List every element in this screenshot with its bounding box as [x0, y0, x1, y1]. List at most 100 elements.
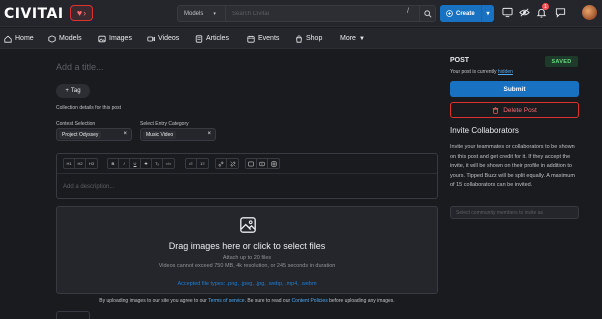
entry-category-label: Select Entry Category — [140, 121, 189, 127]
articles-icon — [195, 34, 203, 43]
nav-item-images[interactable]: Images — [98, 28, 132, 49]
clear-icon[interactable]: × — [123, 131, 127, 137]
insert-image-button[interactable] — [246, 159, 257, 168]
nav-item-label: Videos — [158, 35, 180, 42]
chat-icon[interactable] — [555, 7, 566, 18]
accepted-file-types: Accepted file types: .png, .jpeg, .jpg, … — [177, 281, 317, 287]
insert-video-button[interactable] — [257, 159, 268, 168]
trash-icon — [493, 106, 499, 114]
tag-label: Tag — [70, 88, 81, 94]
image-upload-icon — [240, 217, 256, 233]
nav-item-articles[interactable]: Articles — [195, 28, 229, 49]
nav-item-more[interactable]: More ▼ — [340, 28, 365, 49]
search-icon — [423, 9, 432, 18]
editor-toolbar: H1 H2 H3 B I U S Tₓ </> •≡ 1≡ — [57, 154, 437, 174]
list-group: •≡ 1≡ — [185, 158, 209, 169]
clear-icon[interactable]: × — [207, 131, 211, 137]
plus-circle-icon — [446, 10, 453, 17]
terms-suffix: before uploading any images. — [329, 298, 395, 304]
terms-of-service-link[interactable]: Terms of service — [208, 298, 244, 304]
home-icon — [4, 35, 12, 43]
chevron-down-icon: ▾ — [486, 11, 490, 17]
nav-item-events[interactable]: Events — [247, 28, 279, 49]
format-group: B I U S Tₓ </> — [107, 158, 175, 169]
search-type-select[interactable]: Models ▾ — [178, 6, 226, 21]
media-group — [245, 158, 280, 169]
create-label: Create — [456, 10, 475, 17]
heart-icon: ♥ — [76, 8, 83, 18]
support-heart-button[interactable]: ♥ › — [70, 5, 93, 21]
invite-collaborators-heading: Invite Collaborators — [450, 126, 519, 135]
heading-3-button[interactable]: H3 — [86, 159, 97, 168]
nav-item-label: Articles — [206, 35, 229, 42]
italic-button[interactable]: I — [119, 159, 130, 168]
post-section-label: POST — [450, 57, 470, 64]
underline-button[interactable]: U — [130, 159, 141, 168]
eye-off-icon[interactable] — [519, 7, 530, 18]
shop-icon — [296, 35, 302, 43]
add-tag-button[interactable]: + Tag — [56, 84, 90, 98]
youtube-icon — [259, 161, 265, 166]
create-button[interactable]: Create ▾ — [440, 5, 494, 22]
insert-embed-button[interactable] — [268, 159, 279, 168]
nav-item-models[interactable]: Models — [48, 28, 82, 49]
heading-1-button[interactable]: H1 — [64, 159, 75, 168]
category-chip-label: Music Video — [146, 132, 174, 138]
user-avatar[interactable] — [582, 5, 597, 20]
unlink-icon — [229, 160, 236, 167]
contest-selection-field[interactable]: Project Odyssey × — [56, 128, 132, 141]
terms-middle: . Be sure to read our — [244, 298, 291, 304]
unlink-button[interactable] — [227, 159, 238, 168]
create-menu-caret[interactable]: ▾ — [481, 5, 494, 22]
partial-bottom-button[interactable] — [56, 311, 90, 319]
nav-item-videos[interactable]: Videos — [147, 28, 179, 49]
strikethrough-button[interactable]: S — [141, 159, 152, 168]
search-button[interactable] — [419, 6, 435, 21]
search-input[interactable] — [228, 6, 403, 21]
ordered-list-button[interactable]: 1≡ — [197, 159, 208, 168]
bullet-list-button[interactable]: •≡ — [186, 159, 197, 168]
nav-item-label: More — [340, 35, 356, 42]
invite-collaborators-description: Invite your teammates or collaborators t… — [450, 144, 575, 188]
delete-post-button[interactable]: Delete Post — [450, 102, 579, 118]
link-button[interactable] — [216, 159, 227, 168]
upload-terms-notice: By uploading images to our site you agre… — [56, 298, 438, 304]
nav-item-label: Shop — [306, 35, 323, 42]
events-icon — [247, 35, 255, 43]
contest-chip: Project Odyssey — [59, 131, 102, 139]
images-icon — [98, 35, 106, 42]
link-group — [215, 158, 239, 169]
image-icon — [248, 161, 254, 166]
submit-button[interactable]: Submit — [450, 81, 579, 97]
instagram-icon — [270, 160, 277, 167]
code-button[interactable]: </> — [163, 159, 174, 168]
heading-2-button[interactable]: H2 — [75, 159, 86, 168]
nav-item-home[interactable]: Home — [4, 28, 34, 49]
post-status-hidden-link[interactable]: hidden — [498, 69, 513, 75]
nav-item-label: Home — [15, 35, 34, 42]
post-visibility-status: Your post is currently hidden — [450, 69, 513, 75]
chevron-down-icon: ▼ — [358, 35, 365, 42]
search-type-label: Models — [184, 10, 204, 17]
invite-collaborators-input[interactable] — [450, 206, 579, 219]
description-input[interactable]: Add a description... — [63, 184, 114, 190]
search-shortcut-hint: / — [407, 8, 409, 15]
nav-item-shop[interactable]: Shop — [295, 28, 322, 49]
top-bar: CIVITAI ♥ › Models ▾ / Create ▾ 1 — [0, 0, 602, 27]
chevron-right-icon: › — [83, 8, 87, 18]
bold-button[interactable]: B — [108, 159, 119, 168]
clear-format-button[interactable]: Tₓ — [152, 159, 163, 168]
models-icon — [48, 34, 56, 43]
content-policies-link[interactable]: Content Policies — [292, 298, 328, 304]
post-title-input[interactable]: Add a title... — [56, 62, 104, 72]
entry-category-field[interactable]: Music Video × — [140, 128, 216, 141]
plus-icon: + — [65, 88, 69, 94]
heading-group: H1 H2 H3 — [63, 158, 98, 169]
civitai-logo[interactable]: CIVITAI — [4, 6, 64, 22]
collection-details-note: Collection details for this post — [56, 105, 122, 111]
dropzone-video-limit: Videos cannot exceed 750 MB, 4k resoluti… — [158, 263, 336, 269]
nav-item-label: Events — [258, 35, 280, 42]
image-dropzone[interactable]: Drag images here or click to select file… — [56, 206, 438, 294]
delete-post-label: Delete Post — [503, 106, 537, 114]
monitor-icon[interactable] — [502, 7, 513, 18]
